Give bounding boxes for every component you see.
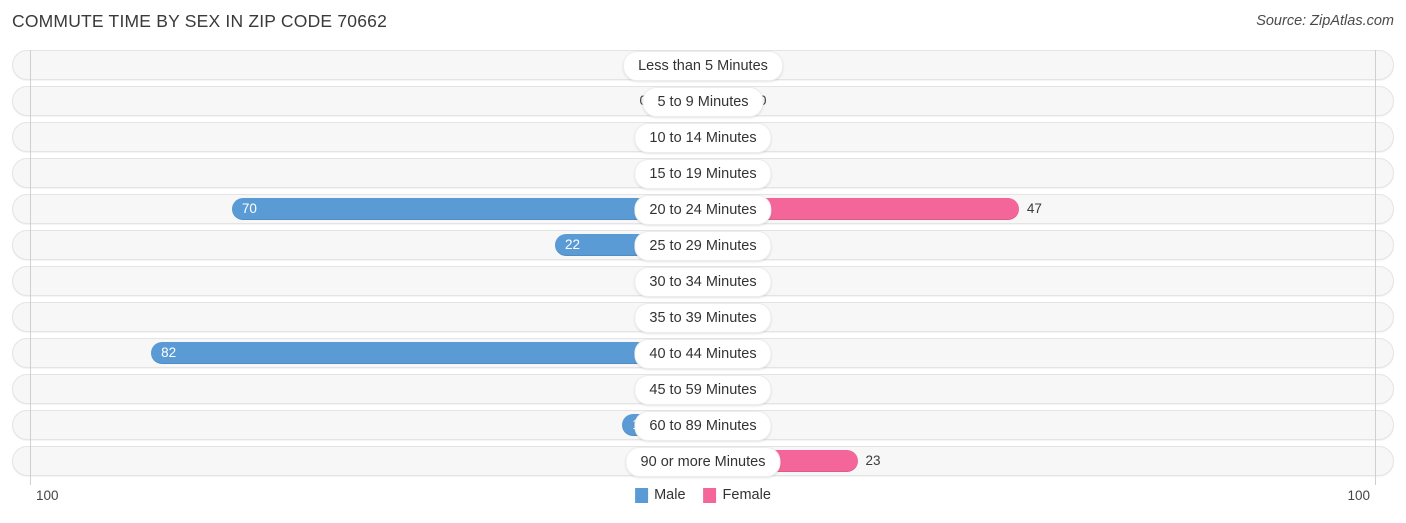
bar-row: 0015 to 19 Minutes	[0, 158, 1406, 189]
bar-row: 005 to 9 Minutes	[0, 86, 1406, 117]
bar-value-female: 47	[1026, 201, 1042, 216]
bar-male[interactable]	[231, 198, 703, 220]
bar-category-label: 5 to 9 Minutes	[642, 87, 764, 117]
bar-category-label: 60 to 89 Minutes	[634, 411, 772, 441]
legend-item-male[interactable]: Male	[635, 487, 686, 503]
bar-category-label: 45 to 59 Minutes	[634, 375, 772, 405]
axis-line-right	[1375, 50, 1376, 485]
bar-row: 70 47 20 to 24 Minutes	[0, 194, 1406, 225]
bar-row: 0010 to 14 Minutes	[0, 122, 1406, 153]
chart-legend: Male Female	[635, 487, 771, 503]
bar-category-label: 90 or more Minutes	[625, 447, 781, 477]
bar-category-label: Less than 5 Minutes	[623, 51, 783, 81]
bar-category-label: 35 to 39 Minutes	[634, 303, 772, 333]
legend-item-female[interactable]: Female	[703, 487, 771, 503]
bar-row: 02390 or more Minutes	[0, 446, 1406, 477]
chart-plot-area: 00Less than 5 Minutes 005 to 9 Minutes 001…	[0, 50, 1406, 485]
legend-label-male: Male	[654, 487, 686, 503]
bar-row: 0035 to 39 Minutes	[0, 302, 1406, 333]
axis-line-left	[30, 50, 31, 485]
bar-row: 0045 to 59 Minutes	[0, 374, 1406, 405]
legend-swatch-female-icon	[703, 487, 717, 503]
bar-row: 22025 to 29 Minutes	[0, 230, 1406, 261]
bar-row: 00Less than 5 Minutes	[0, 50, 1406, 81]
bar-rows-container: 00Less than 5 Minutes 005 to 9 Minutes 001…	[0, 50, 1406, 482]
bar-category-label: 20 to 24 Minutes	[634, 195, 772, 225]
legend-swatch-male-icon	[635, 487, 649, 503]
bar-row: 0030 to 34 Minutes	[0, 266, 1406, 297]
bar-category-label: 25 to 29 Minutes	[634, 231, 772, 261]
bar-row: 12060 to 89 Minutes	[0, 410, 1406, 441]
source-attribution: Source: ZipAtlas.com	[1256, 13, 1394, 29]
axis-max-right: 100	[1347, 488, 1370, 503]
bar-value-male: 82	[161, 345, 177, 360]
bar-male[interactable]	[151, 342, 703, 364]
page-title: COMMUTE TIME BY SEX IN ZIP CODE 70662	[12, 11, 388, 31]
bar-value-male: 22	[564, 237, 580, 252]
chart-footer: 100 100 Male Female	[0, 485, 1406, 523]
bar-category-label: 10 to 14 Minutes	[634, 123, 772, 153]
chart-header: COMMUTE TIME BY SEX IN ZIP CODE 70662 So…	[0, 0, 1406, 46]
bar-row: 82040 to 44 Minutes	[0, 338, 1406, 369]
bar-category-label: 40 to 44 Minutes	[634, 339, 772, 369]
bar-category-label: 15 to 19 Minutes	[634, 159, 772, 189]
bar-value-male: 0	[609, 91, 647, 111]
bar-category-label: 30 to 34 Minutes	[634, 267, 772, 297]
bar-value-female: 23	[865, 453, 881, 468]
axis-max-left: 100	[36, 488, 59, 503]
legend-label-female: Female	[722, 487, 771, 503]
bar-value-male: 70	[241, 201, 257, 216]
